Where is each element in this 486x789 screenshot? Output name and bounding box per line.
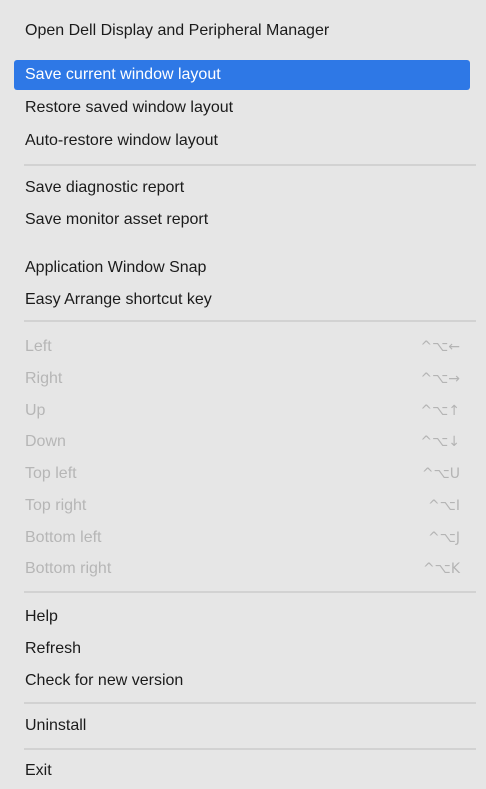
menu-item-help[interactable]: Help: [14, 602, 470, 632]
menu-item-bottom-left: Bottom left ^⌥J: [14, 523, 470, 553]
menu-item-label: Top right: [25, 497, 87, 514]
menu-separator: [24, 320, 476, 322]
menu-separator: [24, 702, 476, 704]
menu-item-bottom-right: Bottom right ^⌥K: [14, 554, 470, 584]
menu-item-top-left: Top left ^⌥U: [14, 459, 470, 489]
menu-item-label: Bottom right: [25, 560, 112, 577]
menu-item-refresh[interactable]: Refresh: [14, 634, 470, 664]
menu-item-top-right: Top right ^⌥I: [14, 491, 470, 521]
menu-item-auto-restore-window-layout[interactable]: Auto-restore window layout: [14, 126, 470, 156]
shortcut-label: ^⌥↓: [420, 434, 460, 450]
menu-item-open-manager[interactable]: Open Dell Display and Peripheral Manager: [14, 16, 470, 46]
menu-item-save-window-layout[interactable]: Save current window layout: [14, 60, 470, 90]
shortcut-label: ^⌥J: [428, 530, 460, 546]
menu-item-up: Up ^⌥↑: [14, 396, 470, 426]
menu-item-label: Bottom left: [25, 529, 102, 546]
menu-item-check-for-new-version[interactable]: Check for new version: [14, 666, 470, 696]
menu-item-label: Left: [25, 338, 52, 355]
context-menu: Open Dell Display and Peripheral Manager…: [0, 0, 486, 789]
menu-item-down: Down ^⌥↓: [14, 427, 470, 457]
shortcut-label: ^⌥←: [420, 339, 460, 355]
menu-item-label: Top left: [25, 465, 77, 482]
menu-item-label: Down: [25, 433, 66, 450]
shortcut-label: ^⌥K: [422, 561, 460, 577]
menu-item-easy-arrange-shortcut-key[interactable]: Easy Arrange shortcut key: [14, 285, 470, 315]
shortcut-label: ^⌥→: [420, 371, 460, 387]
menu-item-uninstall[interactable]: Uninstall: [14, 711, 470, 741]
shortcut-label: ^⌥I: [428, 498, 460, 514]
menu-item-exit[interactable]: Exit: [14, 756, 470, 786]
menu-item-label: Right: [25, 370, 63, 387]
shortcut-label: ^⌥U: [421, 466, 460, 482]
menu-item-save-monitor-asset-report[interactable]: Save monitor asset report: [14, 205, 470, 235]
menu-item-right: Right ^⌥→: [14, 364, 470, 394]
menu-item-restore-window-layout[interactable]: Restore saved window layout: [14, 93, 470, 123]
menu-separator: [24, 748, 476, 750]
menu-item-application-window-snap[interactable]: Application Window Snap: [14, 253, 470, 283]
menu-separator: [24, 591, 476, 593]
menu-item-label: Up: [25, 402, 46, 419]
shortcut-label: ^⌥↑: [420, 403, 460, 419]
menu-separator: [24, 164, 476, 166]
menu-item-left: Left ^⌥←: [14, 332, 470, 362]
menu-item-save-diagnostic-report[interactable]: Save diagnostic report: [14, 173, 470, 203]
